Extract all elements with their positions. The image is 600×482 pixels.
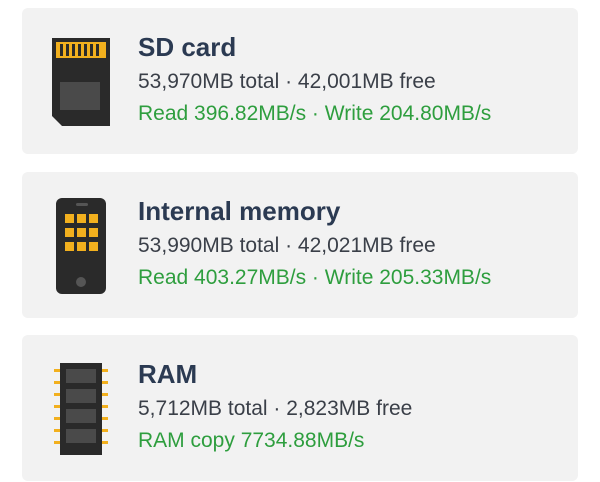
storage-title: RAM (138, 359, 198, 389)
storage-card-sd[interactable]: SD card 53,970MB total · 42,001MB free R… (22, 8, 578, 154)
storage-title: Internal memory (138, 196, 341, 226)
storage-capacity: 5,712MB total · 2,823MB free (138, 397, 413, 420)
phone-memory-icon (56, 198, 106, 294)
storage-speed: Read 403.27MB/s · Write 205.33MB/s (138, 266, 492, 289)
ram-chip-icon (54, 363, 108, 455)
storage-speed: RAM copy 7734.88MB/s (138, 429, 365, 452)
storage-card-internal[interactable]: Internal memory 53,990MB total · 42,021M… (22, 172, 578, 318)
storage-capacity: 53,990MB total · 42,021MB free (138, 234, 436, 257)
storage-speed: Read 396.82MB/s · Write 204.80MB/s (138, 102, 492, 125)
storage-capacity: 53,970MB total · 42,001MB free (138, 70, 436, 93)
storage-card-ram[interactable]: RAM 5,712MB total · 2,823MB free RAM cop… (22, 335, 578, 481)
storage-title: SD card (138, 32, 237, 62)
sd-card-icon (52, 38, 110, 126)
